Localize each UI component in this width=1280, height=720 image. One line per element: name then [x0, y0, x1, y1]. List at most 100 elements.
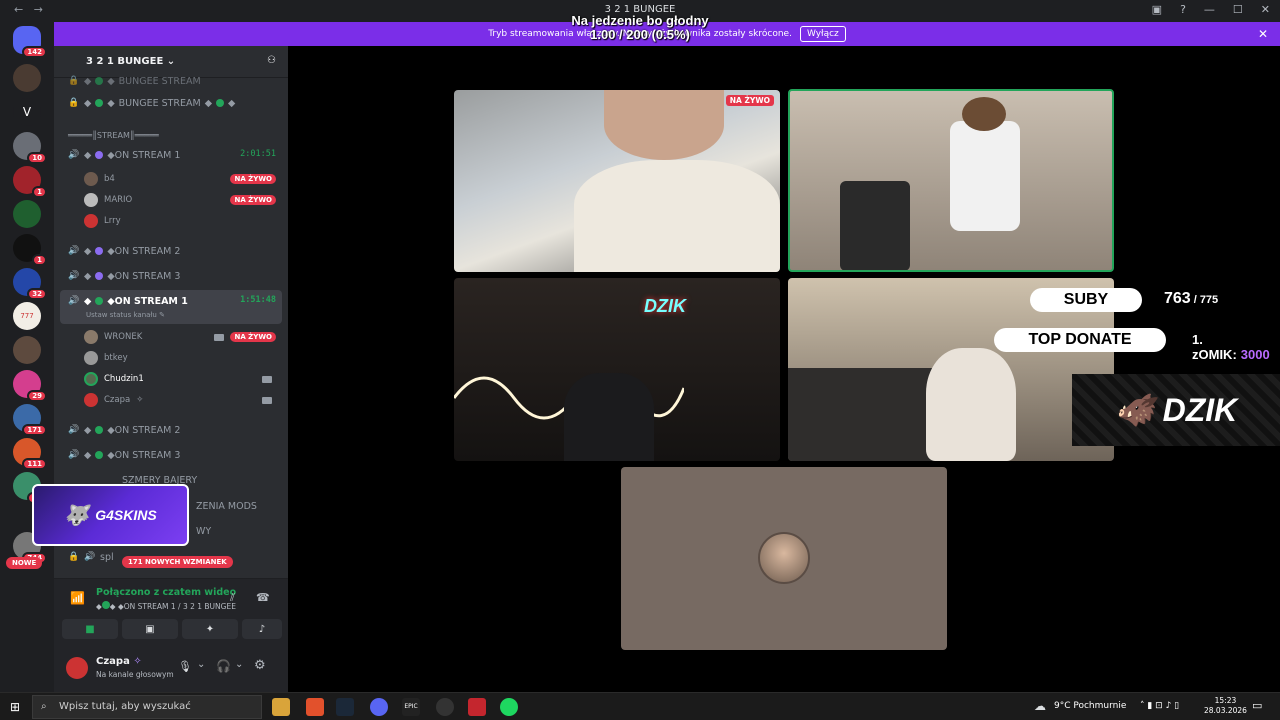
- activities-button[interactable]: ✦: [182, 619, 238, 639]
- voice-user[interactable]: Czapa ✧: [84, 391, 280, 409]
- voice-channel-path[interactable]: ◆ ◆ ◆ON STREAM 1 / 3 2 1 BUNGEE: [96, 601, 236, 611]
- tray-icons[interactable]: ˄ ▮ ⊡ ♪ ▯: [1140, 701, 1179, 711]
- disable-streamer-mode-button[interactable]: Wyłącz: [799, 26, 846, 42]
- server-icon[interactable]: 32: [13, 268, 47, 300]
- voice-user[interactable]: btkey: [84, 349, 280, 367]
- new-badge[interactable]: NOWE: [6, 557, 43, 569]
- stream-tile-b4[interactable]: NA ŻYWO: [454, 90, 780, 272]
- live-badge: NA ŻYWO: [725, 95, 774, 106]
- unread-badge: 1: [32, 254, 47, 266]
- voice-user[interactable]: MARIO NA ŻYWO: [84, 191, 280, 209]
- minimize-button[interactable]: —: [1204, 3, 1215, 16]
- server-icon[interactable]: 10: [13, 132, 47, 164]
- voice-channel-stream2b[interactable]: 🔊 ◆ ◆ON STREAM 2: [62, 421, 282, 439]
- unread-badge: 32: [27, 288, 47, 300]
- brave-browser-icon[interactable]: [306, 698, 324, 716]
- windows-start-icon[interactable]: ⊞: [10, 700, 20, 714]
- server-icon-777[interactable]: 777: [13, 302, 41, 330]
- soundboard-button[interactable]: ♪: [242, 619, 282, 639]
- weather-text[interactable]: 9°C Pochmurnie: [1054, 701, 1126, 711]
- screen-share-button[interactable]: ▣: [122, 619, 178, 639]
- server-icon[interactable]: 29: [13, 370, 47, 402]
- app-icon[interactable]: [468, 698, 486, 716]
- maximize-button[interactable]: ☐: [1233, 3, 1243, 16]
- voice-user[interactable]: WRONEK NA ŻYWO: [84, 328, 280, 346]
- gear-icon[interactable]: ⚙: [254, 658, 266, 673]
- pencil-icon: ✎: [159, 311, 165, 319]
- channel-locked[interactable]: 🔒 ◆ ◆ BUNGEE STREAM: [62, 72, 282, 90]
- boar-logo-icon: 🐗: [1114, 392, 1155, 428]
- top-donor-line: 1. zOMIK: 3000: [1192, 332, 1280, 362]
- close-icon[interactable]: ✕: [1258, 27, 1268, 41]
- server-icon[interactable]: [13, 336, 41, 364]
- server-name: 3 2 1 BUNGEE: [86, 56, 164, 67]
- dzik-brand-text: DZIK: [1162, 391, 1238, 428]
- camera-icon: [262, 396, 272, 404]
- speaker-icon: 🔊: [68, 450, 80, 460]
- voice-user-speaking[interactable]: Chudzin1: [84, 370, 280, 388]
- voice-channel-stream3b[interactable]: 🔊 ◆ ◆ON STREAM 3: [62, 446, 282, 464]
- channel-label: BUNGEE STREAM: [118, 75, 201, 87]
- spotify-icon[interactable]: [500, 698, 518, 716]
- voice-user[interactable]: Lrry: [84, 212, 280, 230]
- signal-icon: 📶: [70, 591, 85, 605]
- obs-icon[interactable]: [436, 698, 454, 716]
- nitro-icon: ✧: [133, 656, 142, 667]
- username[interactable]: Czapa ✧: [96, 656, 142, 667]
- chevron-down-icon[interactable]: ⌄: [235, 659, 243, 670]
- voice-channel-stream3[interactable]: 🔊 ◆ ◆ON STREAM 3: [62, 267, 282, 285]
- discord-home-icon[interactable]: 142: [13, 26, 47, 58]
- search-icon: ⌕: [41, 701, 47, 712]
- chevron-down-icon[interactable]: ⌄: [197, 659, 205, 670]
- category-stream[interactable]: ═════║STREAM║═════: [62, 126, 282, 144]
- voice-channel-stream2[interactable]: 🔊 ◆ ◆ON STREAM 2: [62, 242, 282, 260]
- clock[interactable]: 15:23 28.03.2026: [1204, 696, 1247, 716]
- avatar[interactable]: [66, 657, 88, 679]
- user-panel: Czapa ✧ Na kanale głosowym 🎙 ⌄ 🎧 ⌄ ⚙: [54, 648, 288, 692]
- server-icon[interactable]: 1: [13, 234, 47, 266]
- category-label: ═════║STREAM║═════: [68, 130, 159, 140]
- channel-label: ◆ON STREAM 2: [107, 245, 181, 257]
- voice-status[interactable]: Połączono z czatem wideo: [96, 587, 236, 598]
- discord-icon[interactable]: [370, 698, 388, 716]
- file-explorer-icon[interactable]: [272, 698, 290, 716]
- channel-label: ◆ON STREAM 1: [107, 295, 188, 307]
- noise-suppression-icon[interactable]: ⫽: [230, 591, 235, 605]
- server-icon-v[interactable]: V: [13, 98, 41, 126]
- channel-locked[interactable]: 🔒 ◆ ◆ BUNGEE STREAM ◆ ◆: [62, 94, 282, 112]
- epic-games-icon[interactable]: EPIC: [402, 698, 420, 716]
- disconnect-icon[interactable]: ☎: [256, 591, 270, 604]
- server-icon[interactable]: 111: [13, 438, 47, 470]
- notification-icon[interactable]: ▭: [1252, 699, 1262, 712]
- person-head: [926, 348, 1016, 461]
- lock-icon: 🔒: [68, 552, 80, 562]
- close-window-button[interactable]: ✕: [1261, 3, 1270, 16]
- taskbar-search-input[interactable]: ⌕ Wpisz tutaj, aby wyszukać: [32, 695, 262, 719]
- camera-button[interactable]: ■: [62, 619, 118, 639]
- lock-icon: 🔒: [68, 76, 80, 86]
- voice-channel-stream1[interactable]: 🔊 ◆ ◆ON STREAM 1 2:01:51: [62, 146, 282, 164]
- inbox-icon[interactable]: ▣: [1152, 3, 1162, 16]
- server-icon[interactable]: [13, 64, 41, 92]
- new-mentions-pill[interactable]: 171 NOWYCH WZMIANEK: [122, 556, 233, 568]
- stream-goal-overlay: Na jedzenie bo głodny 1.00 / 200 (0.5%): [540, 14, 740, 42]
- server-icon[interactable]: 1: [13, 166, 47, 198]
- participant-tile-avatar[interactable]: [621, 467, 947, 650]
- status-dot: [95, 272, 104, 280]
- server-icon[interactable]: 171: [13, 404, 47, 436]
- stream-tile-room[interactable]: [788, 89, 1114, 272]
- server-icon[interactable]: [13, 200, 41, 228]
- status-dot: [95, 151, 104, 159]
- stream-tile-wronek[interactable]: DZIK: [454, 278, 780, 461]
- voice-user[interactable]: b4 NA ŻYWO: [84, 170, 280, 188]
- steam-icon[interactable]: [336, 698, 354, 716]
- voice-channel-current[interactable]: 🔊 ◆ ◆ON STREAM 1 1:51:48: [62, 292, 282, 310]
- soundboard-icon: ♪: [258, 623, 266, 635]
- help-icon[interactable]: ?: [1180, 3, 1186, 16]
- lock-icon: 🔒: [68, 98, 80, 108]
- headphones-icon[interactable]: 🎧: [216, 659, 231, 673]
- set-channel-status[interactable]: Ustaw status kanału ✎: [86, 311, 165, 319]
- goal-progress: 1.00 / 200 (0.5%): [590, 27, 690, 42]
- microphone-icon[interactable]: 🎙: [178, 660, 192, 673]
- add-member-icon[interactable]: ⚇: [267, 55, 276, 66]
